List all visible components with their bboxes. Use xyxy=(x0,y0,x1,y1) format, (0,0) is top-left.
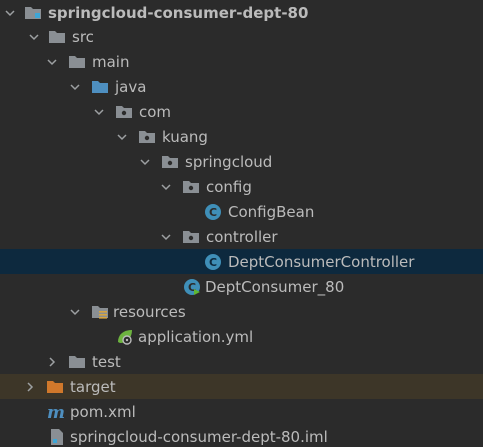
tree-node-label: DeptConsumer_80 xyxy=(205,277,345,296)
svg-text:m: m xyxy=(47,404,65,420)
tree-node-test[interactable]: test xyxy=(0,349,483,374)
package-icon xyxy=(138,129,156,144)
iml-file-icon xyxy=(48,428,66,446)
chevron-down-icon[interactable] xyxy=(69,306,81,318)
chevron-right-icon[interactable] xyxy=(24,381,36,393)
tree-node-label: java xyxy=(115,77,147,96)
tree-node-label: src xyxy=(72,27,94,46)
tree-node-target[interactable]: target xyxy=(0,374,483,399)
package-icon xyxy=(161,154,179,169)
resources-folder-icon xyxy=(91,304,109,320)
package-icon xyxy=(182,179,200,194)
project-tree: springcloud-consumer-dept-80 src main ja… xyxy=(0,0,483,447)
tree-node-applicationyml[interactable]: application.yml xyxy=(0,324,483,349)
tree-node-label: application.yml xyxy=(138,327,254,346)
tree-node-deptconsumer80[interactable]: C DeptConsumer_80 xyxy=(0,274,483,299)
tree-node-label: springcloud xyxy=(185,152,273,171)
tree-node-deptconsumercontroller[interactable]: C DeptConsumerController xyxy=(0,249,483,274)
tree-node-iml[interactable]: springcloud-consumer-dept-80.iml xyxy=(0,424,483,447)
tree-node-label: resources xyxy=(113,302,186,321)
svg-text:C: C xyxy=(209,256,217,269)
module-folder-icon xyxy=(24,5,42,20)
tree-node-resources[interactable]: resources xyxy=(0,299,483,324)
chevron-down-icon[interactable] xyxy=(116,131,128,143)
chevron-down-icon[interactable] xyxy=(160,181,172,193)
chevron-down-icon[interactable] xyxy=(93,106,105,118)
tree-node-main[interactable]: main xyxy=(0,49,483,74)
tree-node-springcloud[interactable]: springcloud xyxy=(0,149,483,174)
tree-node-label: target xyxy=(70,377,116,396)
package-icon xyxy=(182,229,200,244)
tree-node-label: ConfigBean xyxy=(228,202,315,221)
spring-yml-icon xyxy=(115,328,135,346)
tree-node-label: springcloud-consumer-dept-80.iml xyxy=(70,427,328,446)
chevron-down-icon[interactable] xyxy=(28,31,40,43)
tree-node-label: controller xyxy=(206,227,278,246)
svg-text:C: C xyxy=(209,206,217,219)
tree-node-config[interactable]: config xyxy=(0,174,483,199)
tree-node-com[interactable]: com xyxy=(0,99,483,124)
chevron-down-icon[interactable] xyxy=(139,156,151,168)
tree-node-src[interactable]: src xyxy=(0,24,483,49)
chevron-right-icon[interactable] xyxy=(46,356,58,368)
tree-node-label: com xyxy=(139,102,172,121)
tree-node-label: config xyxy=(206,177,252,196)
package-icon xyxy=(115,104,133,119)
maven-icon: m xyxy=(46,404,66,420)
tree-node-label: kuang xyxy=(162,127,208,146)
tree-node-label: pom.xml xyxy=(70,402,136,421)
chevron-down-icon[interactable] xyxy=(160,231,172,243)
chevron-down-icon[interactable] xyxy=(46,56,58,68)
folder-icon xyxy=(48,29,66,44)
folder-icon xyxy=(68,354,86,369)
chevron-down-icon[interactable] xyxy=(4,7,16,19)
tree-node-label: springcloud-consumer-dept-80 xyxy=(48,3,309,22)
folder-icon xyxy=(68,54,86,69)
tree-node-label: DeptConsumerController xyxy=(228,252,415,271)
spring-boot-class-icon: C xyxy=(183,278,201,296)
tree-node-java[interactable]: java xyxy=(0,74,483,99)
excluded-folder-icon xyxy=(46,379,64,394)
tree-node-label: test xyxy=(92,352,121,371)
class-icon: C xyxy=(204,253,222,271)
tree-node-controller[interactable]: controller xyxy=(0,224,483,249)
class-icon: C xyxy=(204,203,222,221)
tree-node-root[interactable]: springcloud-consumer-dept-80 xyxy=(0,0,483,25)
chevron-down-icon[interactable] xyxy=(69,81,81,93)
source-root-folder-icon xyxy=(91,79,109,94)
tree-node-pomxml[interactable]: m pom.xml xyxy=(0,399,483,424)
tree-node-kuang[interactable]: kuang xyxy=(0,124,483,149)
tree-node-configbean[interactable]: C ConfigBean xyxy=(0,199,483,224)
tree-node-label: main xyxy=(92,52,130,71)
